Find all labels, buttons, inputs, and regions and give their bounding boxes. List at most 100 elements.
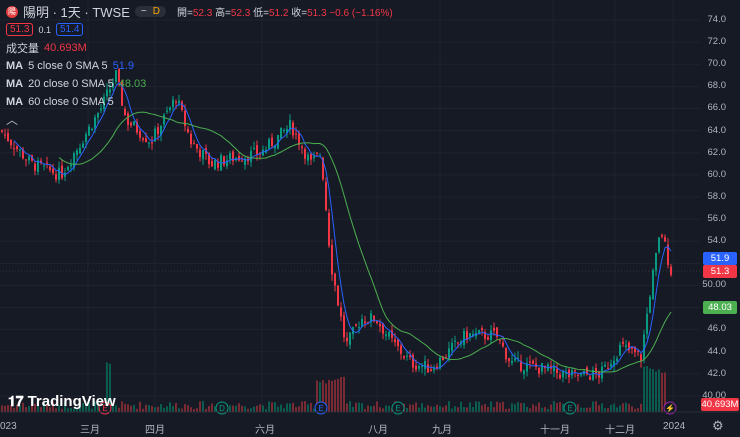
time-tick: 十一月 [540,425,570,436]
price-tick: 72.0 [707,36,727,48]
volume-tag: 40.693M [701,398,739,411]
volume-bar [529,408,531,412]
volume-bar [133,405,135,412]
volume-bar [601,403,603,412]
candle [49,166,51,171]
volume-bar [460,401,462,412]
volume-bar [163,407,165,412]
candle [52,168,54,174]
candle [355,324,357,326]
volume-bar [130,405,132,412]
volume-bar [448,401,450,412]
volume-bar [304,401,306,412]
candle [223,156,225,165]
volume-bar [148,405,150,412]
candle [406,355,408,357]
candle [388,332,390,337]
candle [151,141,153,144]
volume-bar [244,406,246,412]
volume-bar [199,401,201,412]
ma60-legend[interactable]: MA 60 close 0 SMA 5 [6,94,393,109]
status-pill[interactable]: − D [134,6,166,17]
volume-bar [640,403,642,412]
volume-bar [520,402,522,412]
price-tick: 42.0 [707,367,727,379]
volume-bar [277,406,279,412]
candle [13,148,15,150]
volume-bar [349,401,351,412]
volume-bar [406,407,408,412]
volume-bar [439,406,441,412]
volume-bar [424,407,426,412]
candle [490,330,492,341]
time-tick: 六月 [255,425,275,436]
candle [340,307,342,317]
candle [532,360,534,364]
volume-bar [580,407,582,412]
volume-bar [382,408,384,412]
volume-bar [472,406,474,412]
symbol-logo: 陽 [6,5,18,18]
volume-bar [328,379,330,412]
volume-bar [151,405,153,412]
volume-bar [334,379,336,412]
volume-bar [187,405,189,412]
volume-bar [661,372,663,412]
candle [487,337,489,340]
candle [652,270,654,300]
ma5-legend[interactable]: MA 5 close 0 SMA 5 51.9 [6,58,393,73]
sell-button[interactable]: 51.3 [6,23,34,36]
settings-gear-icon[interactable]: ⚙ [712,418,724,434]
candle [562,371,564,378]
symbol-title[interactable]: 陽明 · 1天 · TWSE [23,2,130,21]
candle [499,339,501,341]
volume-bar [124,403,126,412]
volume-bar [514,404,516,412]
price-tick: 60.0 [707,168,727,180]
volume-bar [625,402,627,412]
volume-bar [298,406,300,412]
candle [325,181,327,211]
volume-bar [658,369,660,412]
collapse-legend-icon[interactable]: ︿ [6,112,393,127]
volume-bar [358,402,360,412]
candle [421,366,423,368]
volume-bar [292,402,294,412]
volume-bar [361,403,363,412]
volume-bar [589,407,591,412]
candle [343,315,345,338]
tradingview-logo[interactable]: 𝟏𝟕 TradingView [8,393,116,410]
candle [451,342,453,351]
candle [331,245,333,275]
volume-bar [346,403,348,412]
candle [301,146,303,148]
candle [379,323,381,327]
volume-bar [493,407,495,412]
candle [202,149,204,160]
volume-bar [613,403,615,412]
candle [523,370,525,375]
candle [559,374,561,379]
buy-button[interactable]: 51.4 [55,23,84,36]
volume-bar [583,407,585,412]
price-tick: 56.0 [707,212,727,224]
ma20-legend[interactable]: MA 20 close 0 SMA 5 48.03 [6,76,393,91]
candle [574,370,576,372]
candle [469,333,471,337]
candle [43,165,45,167]
volume-bar [655,371,657,412]
candle [55,174,57,180]
volume-bar [283,408,285,412]
candle [70,164,72,167]
candle [655,252,657,271]
volume-bar [619,405,621,412]
volume-bar [481,405,483,412]
candle [358,327,360,329]
volume-bar [184,404,186,412]
volume-bar [367,405,369,412]
volume-bar [463,407,465,412]
candle [538,367,540,374]
volume-legend[interactable]: 成交量 40.693M [6,40,393,55]
volume-bar [466,407,468,412]
candle [556,368,558,374]
